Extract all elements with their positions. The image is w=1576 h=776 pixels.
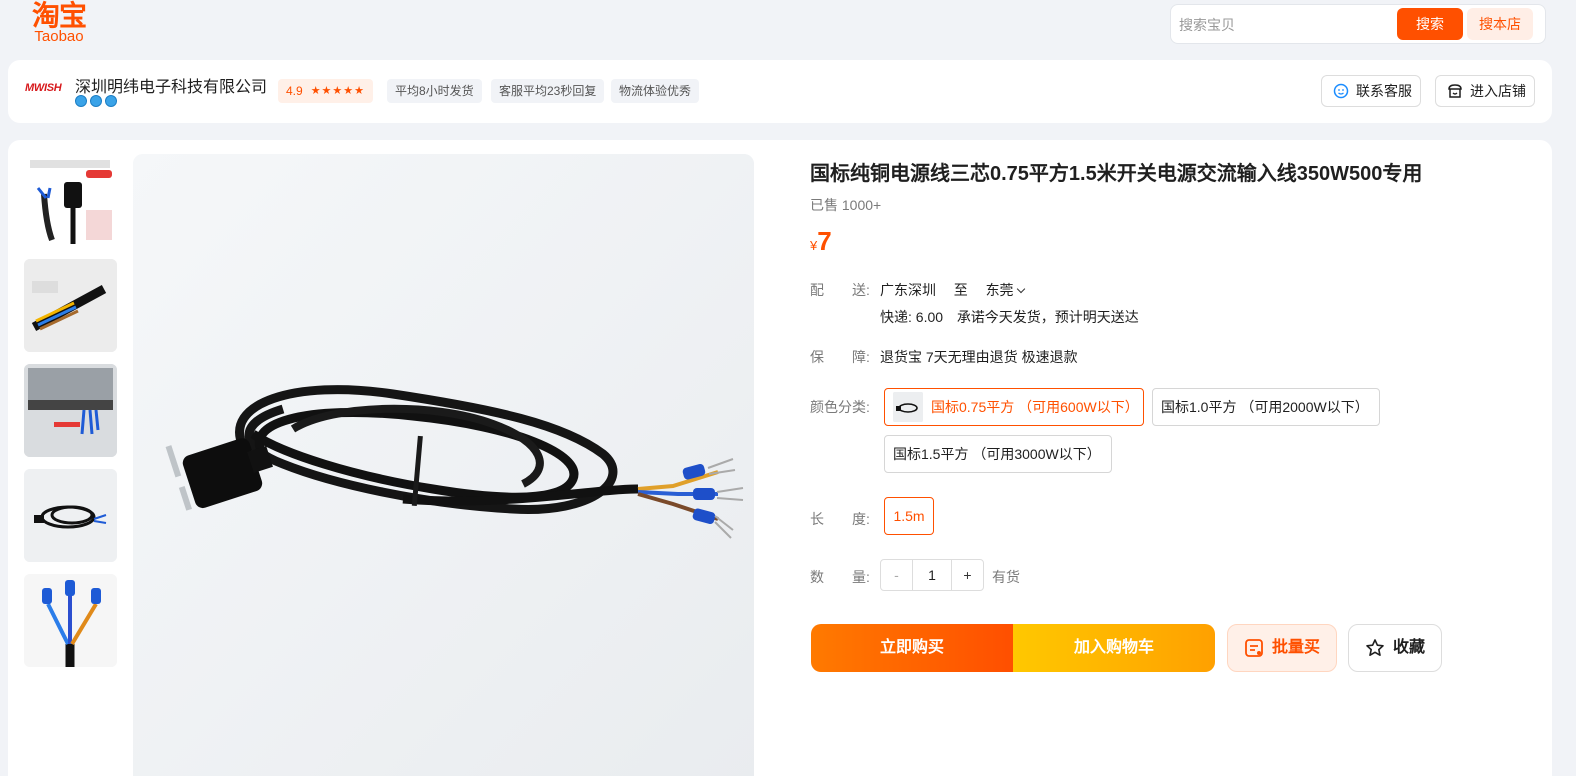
delivery-label-b: 送: [852, 282, 870, 298]
shop-tag-logistics: 物流体验优秀 [611, 79, 700, 103]
crown-badge-icon [105, 95, 117, 107]
shop-tag-shipping: 平均8小时发货 [387, 79, 482, 103]
search-input[interactable] [1179, 13, 1389, 37]
color-option-1[interactable]: 国标0.75平方 （可用600W以下） [884, 388, 1144, 426]
thumbnail-4[interactable] [24, 469, 117, 562]
thumbnail-3[interactable] [24, 364, 117, 457]
length-label: 长 度: [810, 509, 870, 529]
color-option-1-label: 国标0.75平方 （可用600W以下） [931, 399, 1139, 415]
enter-shop-label: 进入店铺 [1470, 83, 1526, 99]
color-option-3[interactable]: 国标1.5平方 （可用3000W以下） [884, 435, 1112, 473]
chevron-down-icon [1016, 284, 1025, 294]
contact-service-button[interactable]: 联系客服 [1321, 75, 1421, 107]
price: ¥7 [810, 226, 832, 257]
mini-cord-icon [893, 391, 923, 422]
delivery-label-a: 配 [810, 282, 824, 298]
favorite-label: 收藏 [1393, 639, 1426, 656]
thumbnail-1[interactable] [24, 154, 117, 247]
delivery-promise: 承诺今天发货，预计明天送达 [956, 309, 1139, 325]
power-cord-photo [133, 154, 754, 776]
terminal-wires-thumbnail [24, 574, 117, 667]
length-label-b: 度: [852, 511, 870, 527]
guarantee-label: 保 障: [810, 347, 870, 367]
add-to-cart-button[interactable]: 加入购物车 [1013, 624, 1215, 672]
shop-name[interactable]: 深圳明纬电子科技有限公司 [75, 73, 267, 97]
product-panel: 国标纯铜电源线三芯0.75平方1.5米开关电源交流输入线350W500专用 已售… [8, 140, 1552, 776]
shop-level-badges [75, 95, 117, 107]
star-icon [1366, 639, 1384, 656]
logo-glyph: 淘宝 [31, 0, 87, 32]
crown-badge-icon [90, 95, 102, 107]
quantity-increase-button[interactable]: + [952, 560, 983, 590]
thumbnail-list [24, 154, 117, 679]
delivery-route: 广东深圳 至 东莞 [880, 280, 1025, 300]
power-supply-thumbnail [24, 364, 117, 457]
price-value: 7 [817, 226, 832, 256]
search-button[interactable]: 搜索 [1397, 8, 1463, 40]
length-option-1[interactable]: 1.5m [884, 497, 934, 535]
enter-shop-button[interactable]: 进入店铺 [1435, 75, 1535, 107]
crown-badge-icon [75, 95, 87, 107]
cable-cross-section-thumbnail [24, 259, 117, 352]
product-thumbnail-image [24, 154, 117, 247]
express-fee: 快递: 6.00 [880, 309, 944, 325]
color-label: 颜色分类: [810, 399, 870, 415]
thumbnail-2[interactable] [24, 259, 117, 352]
delivery-destination: 东莞 [985, 282, 1014, 298]
quantity-label-b: 量: [852, 569, 870, 585]
taobao-logo[interactable]: 淘宝 Taobao [24, 0, 94, 45]
sold-count: 已售 1000+ [810, 197, 882, 213]
shop-logo[interactable]: MWISH [25, 82, 62, 94]
guarantee-label-a: 保 [810, 349, 824, 365]
thumbnail-5[interactable] [24, 574, 117, 667]
color-option-2[interactable]: 国标1.0平方 （可用2000W以下） [1152, 388, 1380, 426]
cable-coil-thumbnail [24, 469, 117, 562]
buy-now-button[interactable]: 立即购买 [811, 624, 1013, 672]
purchase-buttons: 立即购买 加入购物车 [811, 624, 1215, 672]
delivery-label: 配 送: [810, 280, 870, 300]
quantity-input[interactable]: 1 [912, 560, 952, 590]
customer-service-icon [1333, 83, 1349, 99]
contact-service-label: 联系客服 [1356, 83, 1412, 99]
length-label-a: 长 [810, 511, 824, 527]
favorite-button[interactable]: 收藏 [1348, 624, 1442, 672]
product-title: 国标纯铜电源线三芯0.75平方1.5米开关电源交流输入线350W500专用 [810, 163, 1423, 185]
rating-stars-icon: ★★★★★ [310, 85, 365, 97]
bulk-buy-button[interactable]: 批量买 [1227, 624, 1337, 672]
quantity-stepper: - 1 + [880, 559, 984, 591]
delivery-to-word: 至 [953, 282, 968, 298]
delivery-detail: 快递: 6.00 承诺今天发货，预计明天送达 [880, 307, 1139, 327]
search-bar: 搜索 搜本店 [1170, 4, 1546, 44]
bulk-buy-label: 批量买 [1272, 639, 1321, 656]
main-product-image[interactable] [133, 154, 754, 776]
color-option-thumbnail [893, 391, 923, 422]
logo-word: Taobao [34, 28, 84, 45]
shop-rating: 4.9 ★★★★★ [278, 79, 373, 103]
quantity-decrease-button[interactable]: - [881, 560, 912, 590]
store-icon [1448, 84, 1462, 98]
delivery-destination-select[interactable]: 东莞 [985, 282, 1025, 298]
shop-tag-service: 客服平均23秒回复 [491, 79, 605, 103]
guarantee-text[interactable]: 退货宝 7天无理由退货 极速退款 [880, 347, 1078, 367]
rating-value: 4.9 [286, 84, 303, 98]
delivery-from: 广东深圳 [880, 282, 936, 298]
quantity-label-a: 数 [810, 569, 824, 585]
bulk-cart-icon [1245, 639, 1263, 657]
stock-status: 有货 [992, 569, 1020, 585]
shop-bar: MWISH 深圳明纬电子科技有限公司 4.9 ★★★★★ 平均8小时发货 客服平… [8, 60, 1552, 123]
guarantee-label-b: 障: [852, 349, 870, 365]
search-shop-button[interactable]: 搜本店 [1467, 8, 1533, 40]
quantity-label: 数 量: [810, 567, 870, 587]
